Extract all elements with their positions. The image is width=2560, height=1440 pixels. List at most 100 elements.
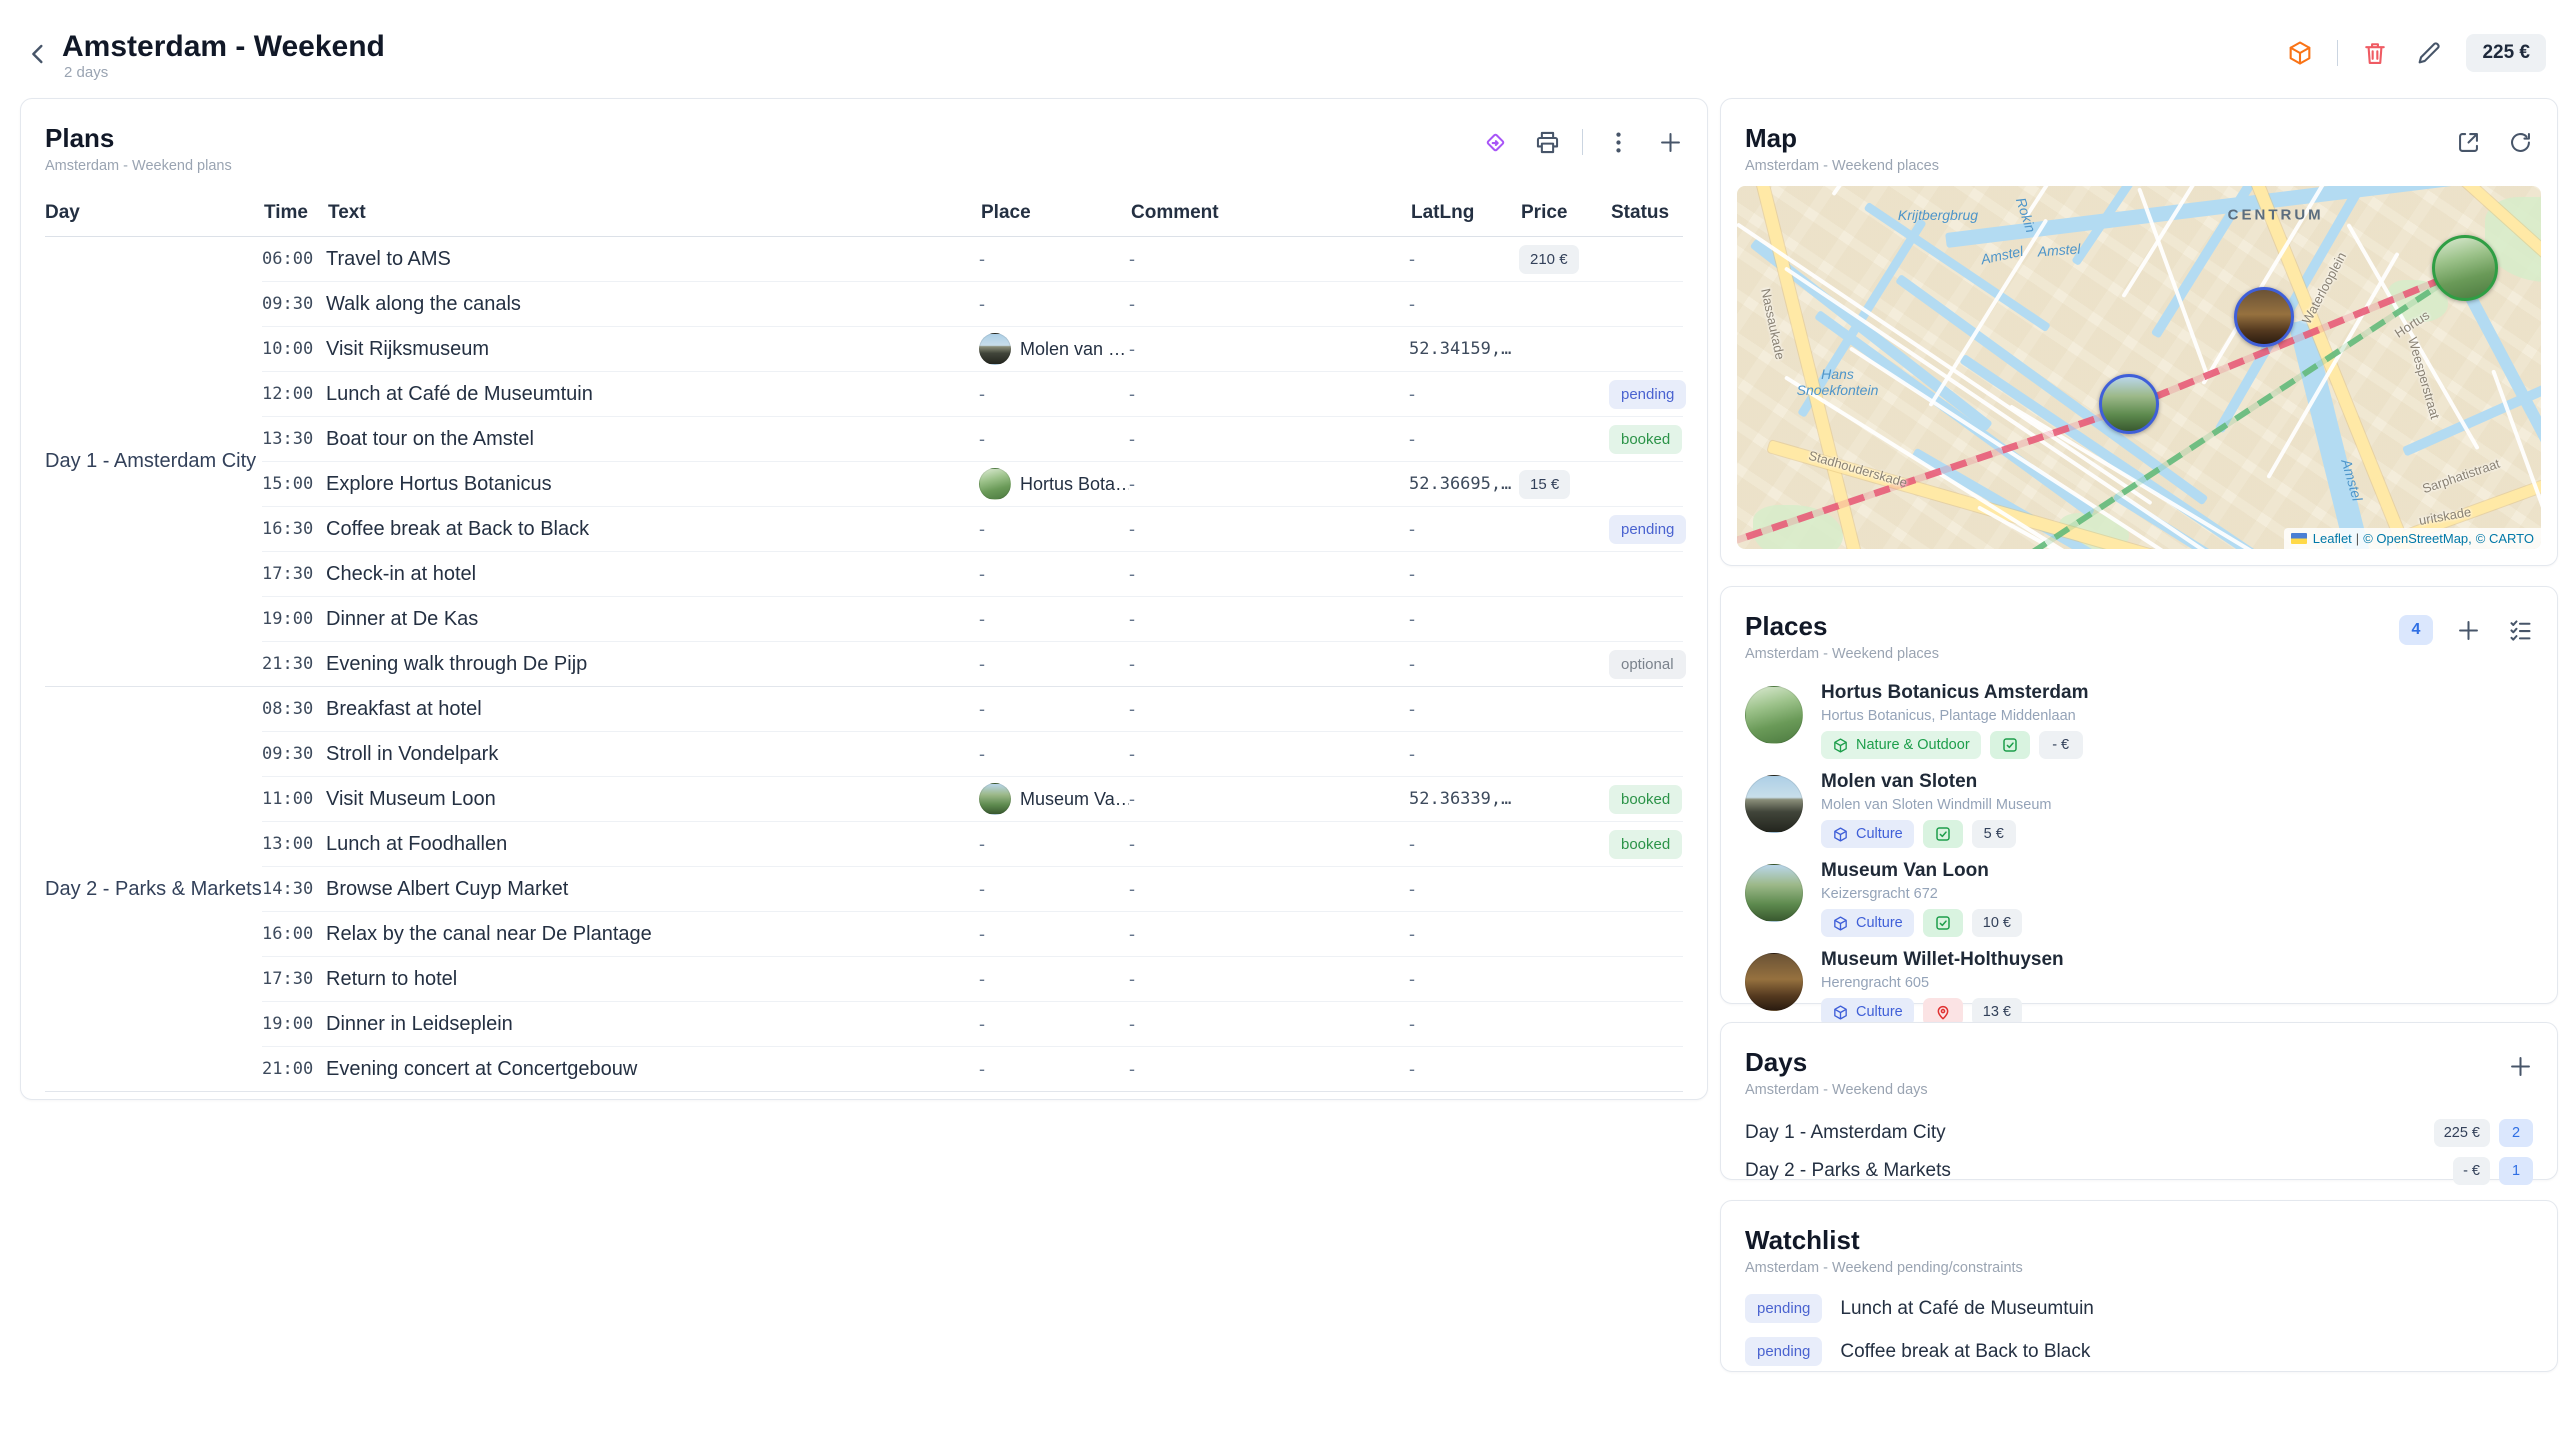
checklist-icon [2507,617,2534,644]
plan-status-cell: booked [1609,425,1683,454]
col-place: Place [981,202,1131,224]
plan-text: Walk along the canals [326,293,979,316]
map-refresh-button[interactable] [2503,125,2537,159]
attribution-separator: | [2356,531,2359,546]
add-plan-button[interactable] [1653,125,1687,159]
plan-latlng: - [1409,1014,1519,1035]
leaflet-map[interactable]: KrijtbergbrugRokinAmstelAmstelCENTRUMWat… [1737,186,2541,549]
plan-row[interactable]: 15:00Explore Hortus BotanicusHortus Bota… [262,462,1683,507]
plan-place-chip[interactable]: Molen van … [979,333,1129,365]
plan-row[interactable]: 19:00Dinner at De Kas--- [262,597,1683,642]
map-expand-button[interactable] [2451,125,2485,159]
edit-trip-button[interactable] [2412,36,2446,70]
plan-place-empty: - [979,924,1129,945]
plan-latlng: - [1409,609,1519,630]
plan-row[interactable]: 17:30Check-in at hotel--- [262,552,1683,597]
cube-icon [1832,1004,1849,1021]
back-button[interactable] [22,38,54,70]
watchlist-header: Watchlist Amsterdam - Weekend pending/co… [1721,1201,2557,1276]
day-group-label-text: Day 2 - Parks & Markets [45,878,262,901]
plan-comment: - [1129,699,1409,720]
osm-link[interactable]: © OpenStreetMap, [2363,531,2472,546]
plan-row[interactable]: 13:00Lunch at Foodhallen---booked [262,822,1683,867]
print-button[interactable] [1530,125,1564,159]
plan-row[interactable]: 14:30Browse Albert Cuyp Market--- [262,867,1683,912]
map-marker[interactable] [2234,287,2294,347]
place-address: Keizersgracht 672 [1821,886,2022,902]
plan-status-cell: pending [1609,380,1683,409]
plan-text: Boat tour on the Amstel [326,428,979,451]
plan-row[interactable]: 19:00Dinner in Leidseplein--- [262,1002,1683,1047]
plan-comment: - [1129,294,1409,315]
plan-row[interactable]: 06:00Travel to AMS---210 € [262,237,1683,282]
visited-check-chip [1923,909,1963,937]
day-label: Day 1 - Amsterdam City [1745,1122,1946,1144]
plan-place-empty: - [979,384,1129,405]
plan-row[interactable]: 09:30Walk along the canals--- [262,282,1683,327]
map-marker[interactable] [2099,374,2159,434]
plan-row[interactable]: 09:30Stroll in Vondelpark--- [262,732,1683,777]
location-pin-icon [1934,1003,1952,1021]
category-label: Culture [1856,826,1903,842]
status-badge: booked [1609,830,1682,859]
plan-text: Visit Museum Loon [326,788,979,811]
plan-time: 19:00 [262,609,326,629]
export-button[interactable] [2283,36,2317,70]
map-label: Nassaukade [1758,287,1788,361]
map-marker[interactable] [2432,235,2498,301]
plan-latlng: 52.34159,… [1409,339,1519,359]
plan-time: 11:00 [262,789,326,809]
header-actions: 225 € [2283,34,2546,72]
plan-row[interactable]: 16:00Relax by the canal near De Plantage… [262,912,1683,957]
carto-link[interactable]: © CARTO [2476,531,2534,546]
day-count-badge: 2 [2499,1119,2533,1147]
plan-place-chip[interactable]: Museum Va… [979,783,1129,815]
plan-row[interactable]: 11:00Visit Museum LoonMuseum Va…-52.3633… [262,777,1683,822]
plan-row[interactable]: 13:30Boat tour on the Amstel---booked [262,417,1683,462]
plan-text: Dinner at De Kas [326,608,979,631]
plan-row[interactable]: 21:00Evening concert at Concertgebouw--- [262,1047,1683,1091]
delete-trip-button[interactable] [2358,36,2392,70]
place-list-item[interactable]: Molen van SlotenMolen van Sloten Windmil… [1745,771,2533,848]
add-day-button[interactable] [2503,1049,2537,1083]
watchlist-item[interactable]: pendingCoffee break at Back to Black [1745,1337,2533,1366]
places-count-badge: 4 [2399,615,2433,645]
status-badge: pending [1609,380,1686,409]
cube-icon [1832,826,1849,843]
days-header: Days Amsterdam - Weekend days [1721,1023,2557,1098]
day-list-item[interactable]: Day 2 - Parks & Markets- €1 [1745,1152,2533,1190]
plan-latlng: 52.36695,… [1409,474,1519,494]
plan-text: Check-in at hotel [326,563,979,586]
plan-row[interactable]: 10:00Visit RijksmuseumMolen van …-52.341… [262,327,1683,372]
plans-menu-button[interactable] [1601,125,1635,159]
status-badge: optional [1609,650,1686,679]
plans-table-body: Day 1 - Amsterdam City06:00Travel to AMS… [45,237,1683,1092]
plan-latlng: 52.36339,… [1409,789,1519,809]
plan-text: Stroll in Vondelpark [326,743,979,766]
plan-row[interactable]: 21:30Evening walk through De Pijp---opti… [262,642,1683,686]
place-list-item[interactable]: Museum Van LoonKeizersgracht 672Culture1… [1745,860,2533,937]
plan-place-empty: - [979,564,1129,585]
plan-time: 17:30 [262,969,326,989]
plan-time: 14:30 [262,879,326,899]
watchlist-list: pendingLunch at Café de Museumtuin pendin… [1745,1294,2533,1366]
optimize-route-button[interactable] [1478,125,1512,159]
place-name: Hortus Botanicus Amsterdam [1821,682,2088,704]
watchlist-item[interactable]: pendingLunch at Café de Museumtuin [1745,1294,2533,1323]
place-body: Hortus Botanicus AmsterdamHortus Botanic… [1821,682,2088,759]
day-list-item[interactable]: Day 1 - Amsterdam City225 €2 [1745,1114,2533,1152]
plan-row[interactable]: 08:30Breakfast at hotel--- [262,687,1683,732]
add-place-button[interactable] [2451,613,2485,647]
plan-row[interactable]: 12:00Lunch at Café de Museumtuin---pendi… [262,372,1683,417]
place-name: Hortus Bota… [1020,474,1129,495]
places-checklist-button[interactable] [2503,613,2537,647]
plan-row[interactable]: 17:30Return to hotel--- [262,957,1683,1002]
place-address: Herengracht 605 [1821,975,2064,991]
place-list-item[interactable]: Hortus Botanicus AmsterdamHortus Botanic… [1745,682,2533,759]
plan-latlng: - [1409,969,1519,990]
plan-row[interactable]: 16:30Coffee break at Back to Black---pen… [262,507,1683,552]
place-list-item[interactable]: Museum Willet-HolthuysenHerengracht 605C… [1745,949,2533,1026]
leaflet-link[interactable]: Leaflet [2313,531,2352,546]
plan-place-chip[interactable]: Hortus Bota… [979,468,1129,500]
printer-icon [1534,129,1561,156]
